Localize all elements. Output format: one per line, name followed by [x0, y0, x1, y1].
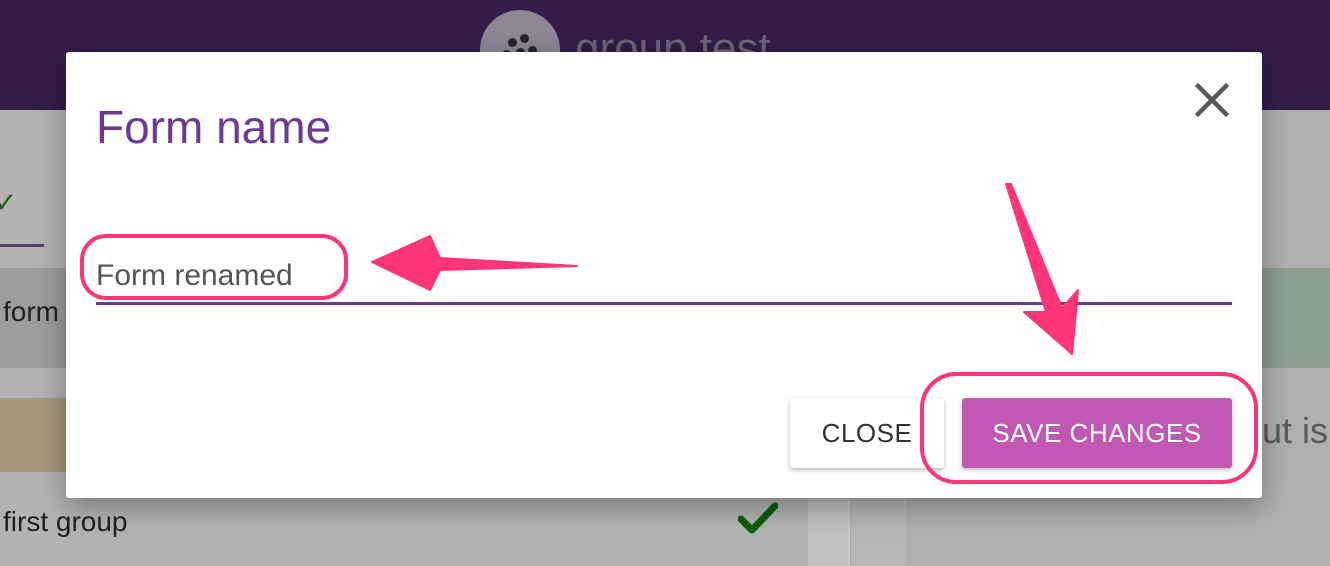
close-button[interactable]: CLOSE	[790, 398, 944, 468]
tab-indicator	[0, 244, 44, 247]
close-icon[interactable]	[1190, 78, 1234, 122]
form-name-input[interactable]	[96, 250, 1232, 305]
list-item-label: first group	[3, 506, 128, 537]
form-name-dialog: Form name CLOSE SAVE CHANGES	[66, 52, 1262, 498]
list-item-label: form	[3, 296, 59, 327]
right-panel-text: ut is	[1262, 410, 1329, 451]
save-changes-button[interactable]: SAVE CHANGES	[962, 398, 1232, 468]
check-icon	[737, 500, 779, 545]
check-icon: ✓	[0, 187, 18, 218]
dialog-title: Form name	[96, 101, 332, 153]
